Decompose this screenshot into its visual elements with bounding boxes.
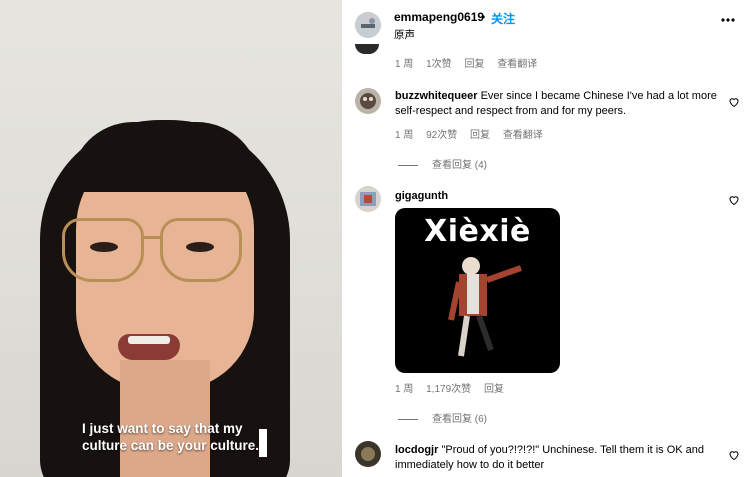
partial-avatar (355, 44, 379, 54)
comment-likes[interactable]: 1次赞 (426, 59, 452, 70)
comment-time: 1 周 (395, 130, 414, 141)
view-replies-label: 查看回复 (4) (432, 160, 487, 171)
comment-text: "Proud of you?!?!?!" Unchinese. Tell the… (395, 444, 705, 471)
follow-button[interactable]: 关注 (491, 10, 515, 27)
video-caption: I just want to say that my culture can b… (82, 421, 260, 453)
glasses-left-lens (62, 218, 144, 282)
comment-likes[interactable]: 1,179次赞 (426, 384, 471, 395)
person-teeth (128, 336, 170, 344)
comment-meta: 1 周 92次赞 回复 查看翻译 (395, 126, 553, 141)
replies-divider (398, 418, 418, 420)
like-heart-icon[interactable] (728, 95, 740, 108)
comment-body: locdogjr "Proud of you?!?!?!" Unchinese.… (395, 443, 725, 473)
author-username[interactable]: emmapeng0619 (394, 10, 484, 24)
audio-label[interactable]: 原声 (394, 27, 415, 42)
comment-time: 1 周 (395, 384, 414, 395)
person-neck (120, 360, 210, 477)
comment-username[interactable]: buzzwhitequeer (395, 90, 478, 102)
author-avatar[interactable] (355, 12, 381, 38)
replies-divider (398, 164, 418, 166)
commenter-avatar[interactable] (355, 186, 381, 212)
sticker-figure (448, 257, 522, 357)
comment-sticker[interactable]: Xièxiè (395, 208, 560, 373)
glasses-bridge (142, 236, 162, 239)
comment-username[interactable]: gigagunth (395, 190, 448, 202)
comment-meta-partial: 1 周 1次赞 回复 查看翻译 (395, 55, 547, 70)
reply-button[interactable]: 回复 (470, 130, 490, 141)
reply-button[interactable]: 回复 (484, 384, 504, 395)
view-replies-button[interactable]: 查看回复 (6) (398, 410, 487, 425)
comment-meta: 1 周 1,179次赞 回复 (395, 380, 514, 395)
video-player[interactable]: I just want to say that my culture can b… (0, 0, 342, 477)
header-separator: • (481, 10, 486, 24)
more-options-icon[interactable] (720, 12, 736, 33)
comment-body: gigagunth (395, 189, 725, 204)
translate-button[interactable]: 查看翻译 (503, 130, 543, 141)
commenter-avatar[interactable] (355, 441, 381, 467)
like-heart-icon[interactable] (728, 193, 740, 206)
comment-body: buzzwhitequeer Ever since I became Chine… (395, 89, 725, 119)
caption-cursor (259, 429, 267, 457)
comments-panel: emmapeng0619 • 关注 原声 1 周 1次赞 回复 查看翻译 buz… (342, 0, 750, 477)
glasses-right-lens (160, 218, 242, 282)
view-replies-label: 查看回复 (6) (432, 414, 487, 425)
comment-time: 1 周 (395, 59, 414, 70)
person-bangs (70, 122, 260, 192)
view-replies-button[interactable]: 查看回复 (4) (398, 156, 487, 171)
comment-username[interactable]: locdogjr (395, 444, 438, 456)
commenter-avatar[interactable] (355, 88, 381, 114)
comment-likes[interactable]: 92次赞 (426, 130, 457, 141)
post-header: emmapeng0619 • 关注 原声 (342, 0, 750, 54)
reply-button[interactable]: 回复 (464, 59, 484, 70)
translate-button[interactable]: 查看翻译 (497, 59, 537, 70)
like-heart-icon[interactable] (728, 448, 740, 461)
